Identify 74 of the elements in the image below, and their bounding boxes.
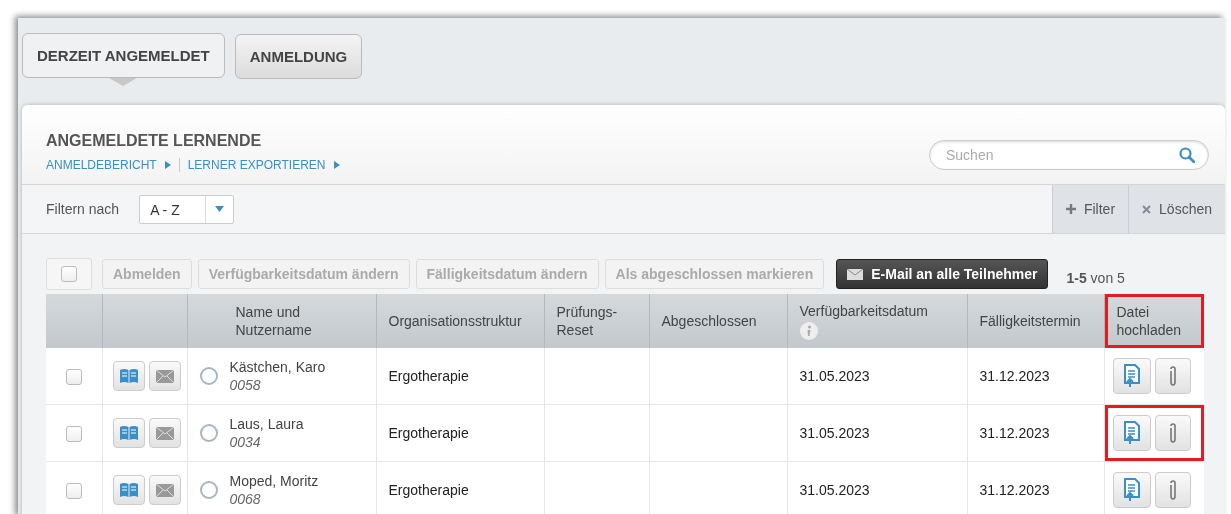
envelope-icon — [155, 369, 174, 383]
upload-button[interactable] — [1112, 415, 1151, 451]
learner-name: Laus, Laura — [229, 416, 304, 432]
book-icon — [118, 482, 139, 498]
search-icon[interactable] — [1179, 147, 1195, 163]
tab[interactable]: ANMELDUNG — [234, 34, 363, 79]
email-button[interactable] — [148, 361, 181, 391]
checkbox[interactable] — [65, 482, 82, 499]
attachment-button[interactable] — [1154, 415, 1191, 451]
radio-button[interactable] — [199, 481, 218, 499]
checkbox[interactable] — [65, 368, 82, 385]
table-cell: Ergotherapie — [376, 348, 544, 405]
radio-button[interactable] — [199, 424, 218, 442]
search-field[interactable]: Suchen — [929, 140, 1209, 170]
book-button[interactable] — [112, 475, 145, 505]
learner-name: Moped, Moritz — [229, 473, 319, 489]
column-label: Fälligkeitstermin — [979, 312, 1082, 330]
close-icon — [1142, 204, 1152, 214]
table-cell: 31.05.2023 — [787, 404, 967, 462]
table-cell: 31.12.2023 — [967, 404, 1104, 462]
email-button[interactable] — [148, 418, 181, 448]
action-button[interactable]: E-Mail an alle Teilnehmer — [836, 259, 1049, 289]
username: 0034 — [229, 434, 262, 450]
link[interactable]: LERNER EXPORTIEREN — [187, 158, 326, 172]
attachment-button[interactable] — [1154, 472, 1191, 508]
checkbox[interactable] — [61, 266, 77, 282]
column-label: Abgeschlossen — [661, 312, 758, 330]
caret-icon — [215, 206, 225, 212]
radio-button[interactable] — [199, 367, 218, 385]
attachment-button[interactable] — [1154, 358, 1191, 394]
upload-button[interactable] — [1112, 472, 1151, 508]
caret-icon — [164, 161, 171, 169]
select-all-control[interactable] — [46, 258, 92, 290]
column-label: Organisationsstruktur — [388, 312, 523, 330]
envelope-icon — [155, 426, 174, 440]
column-label: Datei hochladen — [1116, 303, 1183, 339]
username: 0068 — [229, 491, 262, 507]
learner-name: Kästchen, Karo — [229, 359, 326, 375]
book-button[interactable] — [112, 361, 145, 391]
tab-pointer-icon — [109, 78, 138, 86]
link[interactable]: ANMELDEBERICHT — [46, 158, 157, 172]
filter-label: Filtern nach — [45, 201, 121, 217]
book-button[interactable] — [112, 418, 145, 448]
book-icon — [118, 425, 139, 441]
envelope-icon — [847, 268, 864, 280]
plus-icon — [1065, 204, 1076, 214]
column-label: Verfügbarkeitsdatum — [799, 302, 929, 320]
document-upload-icon — [1122, 421, 1141, 445]
table-cell: 31.05.2023 — [787, 461, 967, 514]
table-cell: 31.05.2023 — [787, 348, 967, 405]
clear-button[interactable]: Löschen — [1128, 185, 1225, 233]
paging-info: 1-5 von 5 — [1066, 270, 1125, 286]
paperclip-icon — [1167, 479, 1178, 501]
username: 0058 — [229, 377, 262, 393]
column-label: Prüfungs-Reset — [556, 303, 619, 339]
panel-title: ANGEMELDETE LERNENDE — [46, 132, 263, 150]
paperclip-icon — [1167, 365, 1178, 387]
table-cell: 31.12.2023 — [967, 348, 1104, 405]
caret-icon — [333, 161, 340, 169]
filter-button[interactable]: Filter — [1051, 185, 1129, 233]
document-upload-icon — [1122, 478, 1141, 502]
upload-button[interactable] — [1112, 358, 1151, 394]
table-cell: 31.12.2023 — [967, 461, 1104, 514]
sort-dropdown[interactable]: A - Z — [139, 194, 235, 224]
table-cell: Ergotherapie — [376, 404, 544, 462]
paperclip-icon — [1167, 422, 1178, 444]
book-icon — [118, 368, 139, 384]
table-cell: Ergotherapie — [376, 461, 544, 514]
checkbox[interactable] — [65, 425, 82, 442]
document-upload-icon — [1122, 364, 1141, 388]
envelope-icon — [155, 483, 174, 497]
email-button[interactable] — [148, 475, 181, 505]
tab[interactable]: DERZEIT ANGEMELDET — [22, 33, 225, 78]
column-label: Name und Nutzername — [235, 303, 313, 339]
